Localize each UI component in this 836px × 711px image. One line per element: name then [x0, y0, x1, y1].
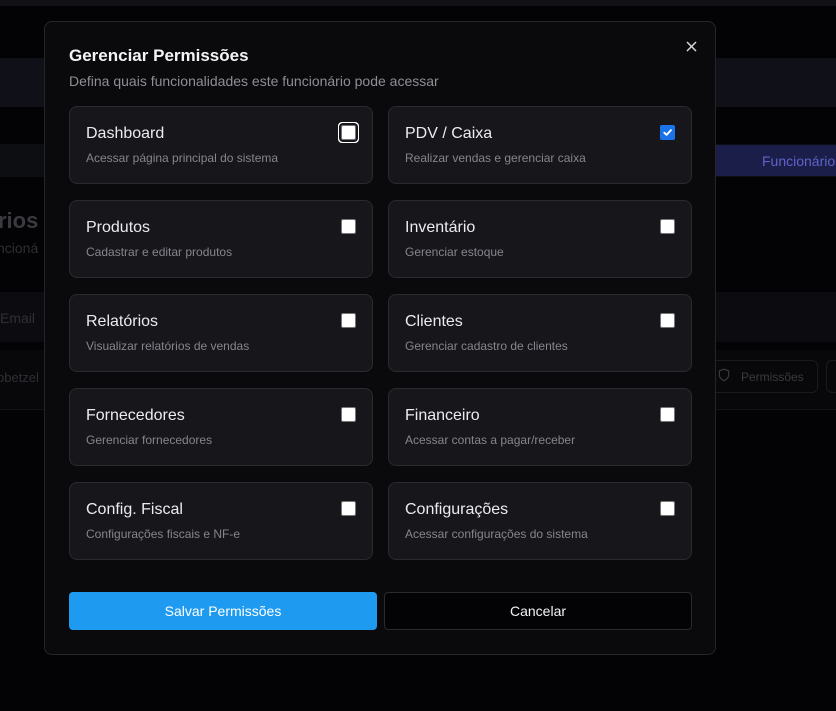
- permission-checkbox-clientes[interactable]: [660, 313, 675, 328]
- top-bar: [0, 0, 836, 6]
- permission-checkbox-dashboard[interactable]: [338, 122, 359, 143]
- cancel-button[interactable]: Cancelar: [384, 592, 692, 630]
- permission-card-financeiro[interactable]: Financeiro Acessar contas a pagar/receber: [388, 388, 692, 466]
- permission-name: PDV / Caixa: [405, 125, 493, 142]
- close-button[interactable]: [681, 38, 701, 58]
- permission-description: Acessar página principal do sistema: [86, 151, 279, 165]
- permission-name: Relatórios: [86, 313, 159, 330]
- permission-checkbox-relatorios[interactable]: [341, 313, 356, 328]
- save-permissions-button[interactable]: Salvar Permissões: [69, 592, 377, 630]
- check-icon: [663, 129, 672, 136]
- permission-checkbox-inventario[interactable]: [660, 219, 675, 234]
- permission-description: Configurações fiscais e NF-e: [86, 527, 241, 541]
- page-title: rios: [0, 208, 39, 233]
- permission-checkbox-fornecedores[interactable]: [341, 407, 356, 422]
- permission-description: Gerenciar estoque: [405, 245, 504, 259]
- permission-description: Gerenciar cadastro de clientes: [405, 339, 568, 353]
- permission-name: Configurações: [405, 501, 509, 518]
- permission-card-relatorios[interactable]: Relatórios Visualizar relatórios de venda…: [69, 294, 373, 372]
- modal-title: Gerenciar Permissões: [69, 46, 249, 65]
- permission-description: Realizar vendas e gerenciar caixa: [405, 151, 586, 165]
- permission-checkbox-financeiro[interactable]: [660, 407, 675, 422]
- page-subtitle: ncioná: [0, 240, 39, 256]
- permissions-modal: Gerenciar Permissões Defina quais funcio…: [44, 21, 716, 655]
- permission-name: Produtos: [86, 219, 151, 236]
- permissions-button-label: Permissões: [741, 369, 804, 384]
- permission-card-inventario[interactable]: Inventário Gerenciar estoque: [388, 200, 692, 278]
- close-icon: [686, 39, 697, 57]
- permission-card-dashboard[interactable]: Dashboard Acessar página principal do sis…: [69, 106, 373, 184]
- permissions-button[interactable]: Permissões: [704, 360, 818, 393]
- permission-checkbox-pdv-caixa[interactable]: [660, 125, 675, 140]
- shield-icon: [717, 368, 731, 385]
- permission-checkbox-config-fiscal[interactable]: [341, 501, 356, 516]
- permission-description: Gerenciar fornecedores: [86, 433, 213, 447]
- permissions-grid: Dashboard Acessar página principal do sis…: [69, 106, 692, 560]
- modal-description: Defina quais funcionalidades este funcio…: [69, 73, 439, 89]
- permission-name: Financeiro: [405, 407, 480, 424]
- permission-checkbox-configuracoes[interactable]: [660, 501, 675, 516]
- permission-card-configuracoes[interactable]: Configurações Acessar configurações do si…: [388, 482, 692, 560]
- permission-card-produtos[interactable]: Produtos Cadastrar e editar produtos: [69, 200, 373, 278]
- permission-description: Acessar contas a pagar/receber: [405, 433, 576, 447]
- permission-card-clientes[interactable]: Clientes Gerenciar cadastro de clientes: [388, 294, 692, 372]
- permission-card-fornecedores[interactable]: Fornecedores Gerenciar fornecedores: [69, 388, 373, 466]
- permission-description: Acessar configurações do sistema: [405, 527, 588, 541]
- permission-checkbox-produtos[interactable]: [341, 219, 356, 234]
- permission-name: Fornecedores: [86, 407, 185, 424]
- permission-name: Inventário: [405, 219, 476, 236]
- permission-card-pdv-caixa[interactable]: PDV / Caixa Realizar vendas e gerenciar c…: [388, 106, 692, 184]
- tab-funcionarios[interactable]: Funcionários: [715, 145, 836, 176]
- permission-card-config-fiscal[interactable]: Config. Fiscal Configurações fiscais e NF…: [69, 482, 373, 560]
- permission-name: Clientes: [405, 313, 463, 330]
- permission-description: Cadastrar e editar produtos: [86, 245, 233, 259]
- row-action-button[interactable]: [826, 360, 836, 393]
- table-cell-email: obetzel: [0, 370, 39, 385]
- permission-description: Visualizar relatórios de vendas: [86, 339, 250, 353]
- permission-name: Config. Fiscal: [86, 501, 183, 518]
- column-header-email: Email: [0, 310, 36, 326]
- permission-name: Dashboard: [86, 125, 165, 142]
